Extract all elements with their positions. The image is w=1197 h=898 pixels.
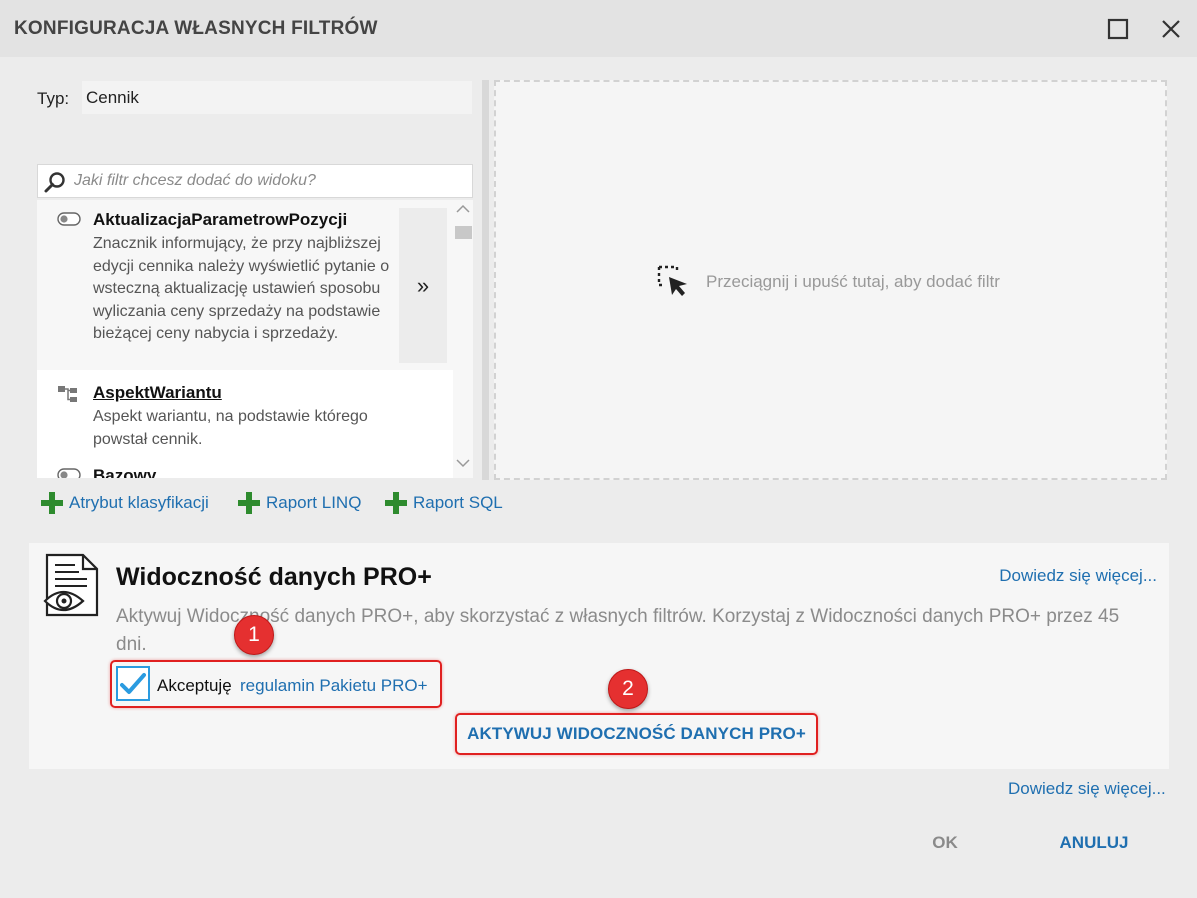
typ-value-field: Cennik xyxy=(82,81,472,114)
activate-pro-button[interactable]: AKTYWUJ WIDOCZNOŚĆ DANYCH PRO+ xyxy=(458,715,815,753)
search-icon xyxy=(44,172,65,193)
list-scrollbar[interactable] xyxy=(453,200,473,478)
list-item-title: Bazowy xyxy=(93,466,157,478)
list-item[interactable]: Bazowy xyxy=(37,456,453,478)
action-link-label: Raport SQL xyxy=(413,493,503,512)
annotation-badge-2: 2 xyxy=(608,669,648,709)
add-linq-report-link[interactable]: Raport LINQ xyxy=(238,492,361,514)
chevron-down-icon[interactable] xyxy=(456,458,470,468)
pro-plus-title: Widoczność danych PRO+ xyxy=(116,563,432,591)
filter-drop-zone[interactable]: Przeciągnij i upuść tutaj, aby dodać fil… xyxy=(494,80,1167,480)
add-sql-report-link[interactable]: Raport SQL xyxy=(385,492,503,514)
pro-learn-more-link[interactable]: Dowiedz się więcej... xyxy=(999,566,1157,586)
checkmark-icon xyxy=(120,672,146,694)
add-classification-attribute-link[interactable]: Atrybut klasyfikacji xyxy=(41,492,209,514)
double-chevron-right-icon: » xyxy=(416,272,430,298)
window-title: KONFIGURACJA WŁASNYCH FILTRÓW xyxy=(14,18,378,39)
filter-search-input[interactable] xyxy=(74,172,464,190)
terms-link[interactable]: regulamin Pakietu PRO+ xyxy=(240,676,428,696)
list-item-title: AspektWariantu xyxy=(93,383,222,402)
list-item[interactable]: AktualizacjaParametrowPozycji Znacznik i… xyxy=(37,200,453,370)
pane-splitter[interactable] xyxy=(482,80,489,480)
title-bar: KONFIGURACJA WŁASNYCH FILTRÓW xyxy=(0,0,1197,57)
accept-terms-label: Akceptuję xyxy=(157,676,232,695)
chevron-up-icon[interactable] xyxy=(456,204,470,214)
plus-icon xyxy=(238,492,260,514)
drag-select-icon xyxy=(657,265,687,296)
close-icon xyxy=(1162,20,1180,38)
accept-terms-checkbox[interactable] xyxy=(116,666,150,701)
plus-icon xyxy=(385,492,407,514)
list-item-title: AktualizacjaParametrowPozycji xyxy=(93,210,348,229)
add-filter-button[interactable]: » xyxy=(399,208,447,363)
maximize-button[interactable] xyxy=(1103,14,1133,44)
list-item[interactable]: AspektWariantu Aspekt wariantu, na podst… xyxy=(37,373,453,453)
drop-zone-text: Przeciągnij i upuść tutaj, aby dodać fil… xyxy=(706,272,1000,291)
plus-icon xyxy=(41,492,63,514)
action-link-label: Atrybut klasyfikacji xyxy=(69,493,209,512)
learn-more-link[interactable]: Dowiedz się więcej... xyxy=(1008,779,1166,799)
toggle-icon xyxy=(57,212,81,226)
annotation-badge-1: 1 xyxy=(234,615,274,655)
document-eye-icon xyxy=(43,553,99,617)
close-button[interactable] xyxy=(1156,14,1186,44)
cancel-button[interactable]: ANULUJ xyxy=(1050,828,1138,858)
ok-button[interactable]: OK xyxy=(915,828,975,858)
filter-search-box[interactable] xyxy=(37,164,473,198)
hierarchy-icon xyxy=(58,386,77,402)
maximize-icon xyxy=(1107,18,1129,40)
filter-list: AktualizacjaParametrowPozycji Znacznik i… xyxy=(37,200,473,478)
list-item-description: Znacznik informujący, że przy najbliższe… xyxy=(93,235,390,342)
action-link-label: Raport LINQ xyxy=(266,493,362,512)
typ-label: Typ: xyxy=(37,89,70,108)
list-item-description: Aspekt wariantu, na podstawie którego po… xyxy=(93,408,368,448)
toggle-icon xyxy=(57,468,81,478)
scrollbar-thumb[interactable] xyxy=(455,226,472,239)
